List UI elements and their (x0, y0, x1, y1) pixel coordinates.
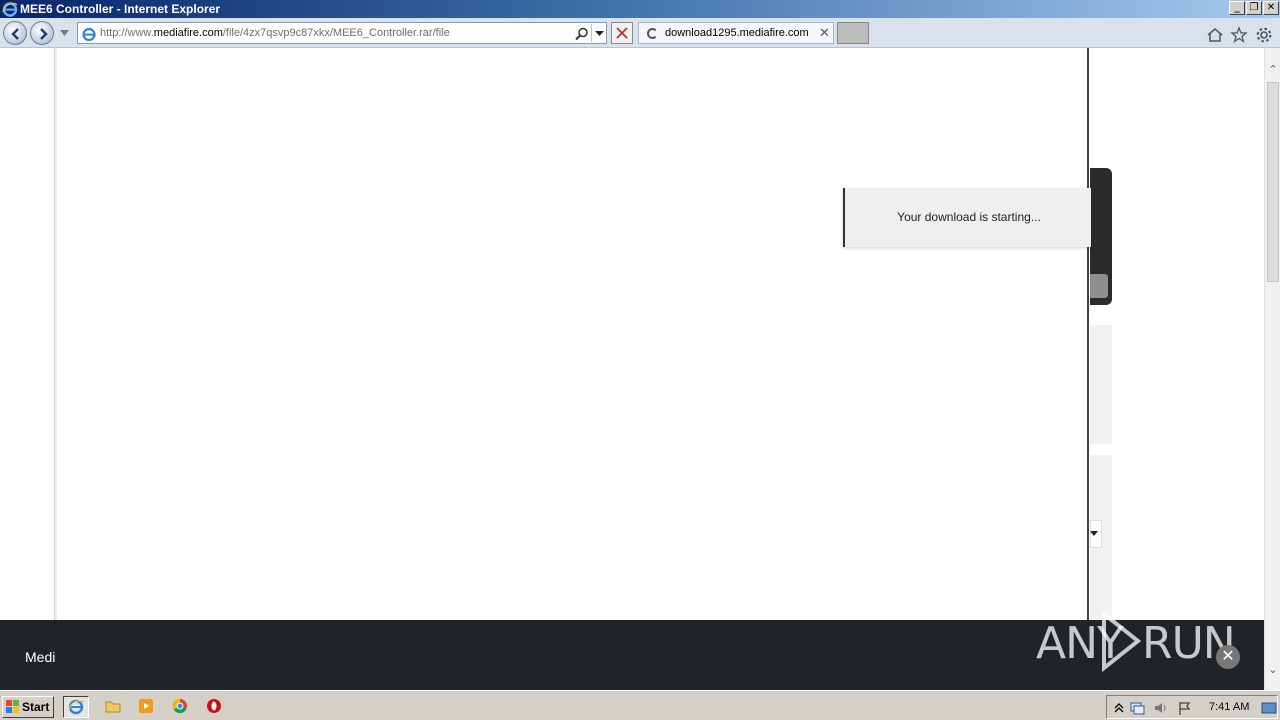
action-center-flag-icon[interactable] (1177, 700, 1193, 716)
stop-button[interactable] (611, 22, 633, 44)
title-bar: MEE6 Controller - Internet Explorer _ ❐ … (0, 0, 1280, 18)
vertical-scrollbar[interactable]: ⌃ ⌄ (1264, 48, 1280, 690)
loading-spinner-icon (647, 28, 658, 39)
forward-arrow-icon (40, 28, 48, 40)
volume-icon[interactable] (1153, 700, 1169, 716)
scroll-down-button[interactable]: ⌄ (1265, 662, 1280, 678)
internet-explorer-icon (2, 2, 18, 17)
side-panel-button[interactable] (1090, 274, 1108, 298)
start-label: Start (22, 700, 50, 714)
tab-download1295[interactable]: download1295.mediafire.com ✕ (638, 22, 834, 44)
windows-flag-icon (6, 700, 19, 713)
chevron-down-icon (595, 31, 604, 36)
close-banner-button[interactable]: ✕ (1216, 645, 1240, 669)
download-message: Your download is starting... (897, 210, 1041, 224)
search-icon[interactable] (574, 26, 590, 42)
gear-icon[interactable] (1255, 26, 1273, 44)
play-logo-icon (1102, 610, 1142, 672)
taskbar-file-explorer[interactable] (101, 696, 127, 718)
network-icon[interactable] (1129, 700, 1145, 716)
close-window-button[interactable]: ✕ (1263, 1, 1279, 15)
internet-explorer-icon (68, 699, 85, 715)
url-prefix: http://www. (100, 27, 154, 39)
page-viewport: Your download is starting... Medi ANY RU… (0, 48, 1264, 690)
tab-title: download1295.mediafire.com (665, 27, 809, 39)
url-path: /file/4zx7qsvp9c87xkx/MEE6_Controller.ra… (222, 27, 450, 39)
favorites-star-icon[interactable] (1230, 26, 1248, 44)
minimize-button[interactable]: _ (1229, 1, 1245, 15)
show-desktop-icon[interactable] (1261, 700, 1277, 716)
page-favicon-icon (82, 27, 96, 42)
taskbar-opera[interactable] (202, 696, 228, 718)
side-grey-panel (1090, 325, 1112, 444)
stop-icon (616, 27, 628, 39)
taskbar-internet-explorer[interactable] (63, 696, 89, 718)
clock[interactable]: 7:41 AM (1209, 701, 1249, 713)
blank-overlay-frame (57, 48, 1089, 690)
back-arrow-icon (11, 28, 19, 40)
taskbar-chrome[interactable] (168, 696, 194, 718)
taskbar: Start 7:41 AM (0, 690, 1280, 720)
taskbar-media-player[interactable] (134, 696, 160, 718)
url-domain: mediafire.com (153, 27, 223, 39)
tab-close-icon[interactable]: ✕ (819, 25, 830, 41)
back-button[interactable] (3, 21, 27, 45)
chrome-icon (172, 698, 187, 714)
restore-button[interactable]: ❐ (1246, 1, 1262, 15)
download-toast: Your download is starting... (843, 188, 1091, 247)
show-hidden-icons-icon[interactable] (1111, 700, 1127, 716)
folder-icon (105, 701, 121, 713)
window-title: MEE6 Controller - Internet Explorer (20, 2, 221, 16)
scroll-thumb[interactable] (1267, 82, 1279, 282)
new-tab-button[interactable] (837, 22, 869, 44)
select-arrow-icon (1090, 531, 1098, 536)
url-text[interactable]: http://www.mediafire.com/file/4zx7qsvp9c… (100, 27, 450, 39)
system-tray: 7:41 AM (1106, 695, 1278, 719)
side-grey-panel-2 (1090, 455, 1112, 620)
opera-icon (207, 699, 221, 713)
navigation-bar: http://www.mediafire.com/file/4zx7qsvp9c… (0, 18, 1280, 48)
anyrun-watermark: ANY RUN (1036, 608, 1236, 672)
forward-button[interactable] (30, 21, 54, 45)
address-bar[interactable]: http://www.mediafire.com/file/4zx7qsvp9c… (77, 22, 607, 44)
footer-brand[interactable]: Medi (25, 649, 55, 665)
side-dark-panel (1090, 168, 1112, 305)
scroll-up-button[interactable]: ⌃ (1265, 62, 1280, 78)
address-dropdown-button[interactable] (591, 24, 606, 42)
home-icon[interactable] (1206, 26, 1224, 44)
media-player-icon (139, 699, 153, 713)
start-button[interactable]: Start (2, 696, 54, 718)
history-dropdown-icon[interactable] (60, 30, 69, 36)
